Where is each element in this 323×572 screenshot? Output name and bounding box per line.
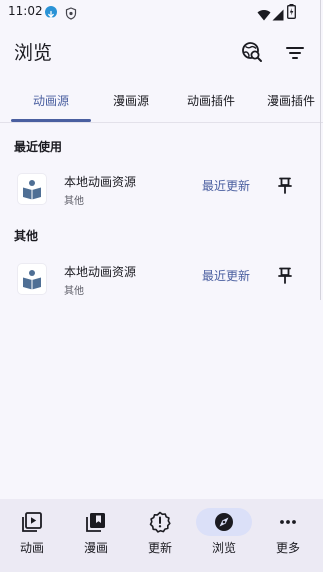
play-square-icon (20, 510, 44, 534)
latest-updates-button[interactable]: 最近更新 (202, 267, 250, 284)
wifi-icon (257, 6, 271, 25)
nav-item-anime[interactable]: 动画 (0, 499, 64, 572)
page-title: 浏览 (14, 42, 53, 64)
source-category: 其他 (64, 196, 84, 207)
more-horizontal-icon (276, 510, 300, 534)
filter-icon[interactable] (283, 41, 307, 65)
section-title-other: 其他 (14, 229, 39, 243)
cell-signal-icon (272, 6, 284, 25)
nav-label: 更新 (147, 541, 172, 555)
source-item[interactable]: 本地动画资源 其他 最近更新 (0, 170, 323, 212)
nav-label: 浏览 (211, 541, 236, 555)
pin-icon[interactable] (276, 266, 294, 284)
nav-item-more[interactable]: 更多 (256, 499, 320, 572)
tab-manga-sources[interactable]: 漫画源 (113, 92, 149, 109)
nav-label: 漫画 (83, 541, 108, 555)
alert-badge-icon (148, 510, 172, 534)
tab-anime-extensions[interactable]: 动画插件 (187, 92, 235, 109)
source-app-icon (18, 174, 46, 204)
source-category: 其他 (64, 286, 84, 297)
tab-manga-extensions[interactable]: 漫画插件 (267, 92, 315, 109)
nav-label: 动画 (19, 541, 44, 555)
pin-icon[interactable] (276, 176, 294, 194)
status-bar: 11:02 (0, 0, 323, 24)
nav-label: 更多 (275, 541, 300, 555)
latest-updates-button[interactable]: 最近更新 (202, 177, 250, 194)
nav-item-browse[interactable]: 浏览 (192, 499, 256, 572)
nav-item-manga[interactable]: 漫画 (64, 499, 128, 572)
scroll-edge-divider (320, 0, 321, 300)
compass-icon (212, 510, 236, 534)
download-notification-icon (45, 6, 57, 19)
tab-anime-sources[interactable]: 动画源 (33, 92, 69, 109)
source-app-icon (18, 264, 46, 294)
battery-icon (287, 4, 296, 23)
tabs-divider (0, 122, 323, 123)
shield-notification-icon (65, 5, 77, 20)
section-title-recent: 最近使用 (14, 140, 63, 154)
global-search-icon[interactable] (240, 40, 264, 64)
source-name: 本地动画资源 (64, 175, 137, 189)
top-app-bar: 浏览 (0, 34, 323, 68)
status-time: 11:02 (8, 4, 43, 18)
source-item[interactable]: 本地动画资源 其他 最近更新 (0, 260, 323, 302)
library-icon (84, 510, 108, 534)
source-name: 本地动画资源 (64, 265, 137, 279)
nav-item-updates[interactable]: 更新 (128, 499, 192, 572)
bottom-navigation: 动画 漫画 更新 浏览 更多 (0, 499, 323, 572)
source-tabs: 动画源 漫画源 动画插件 漫画插件 (0, 86, 323, 122)
